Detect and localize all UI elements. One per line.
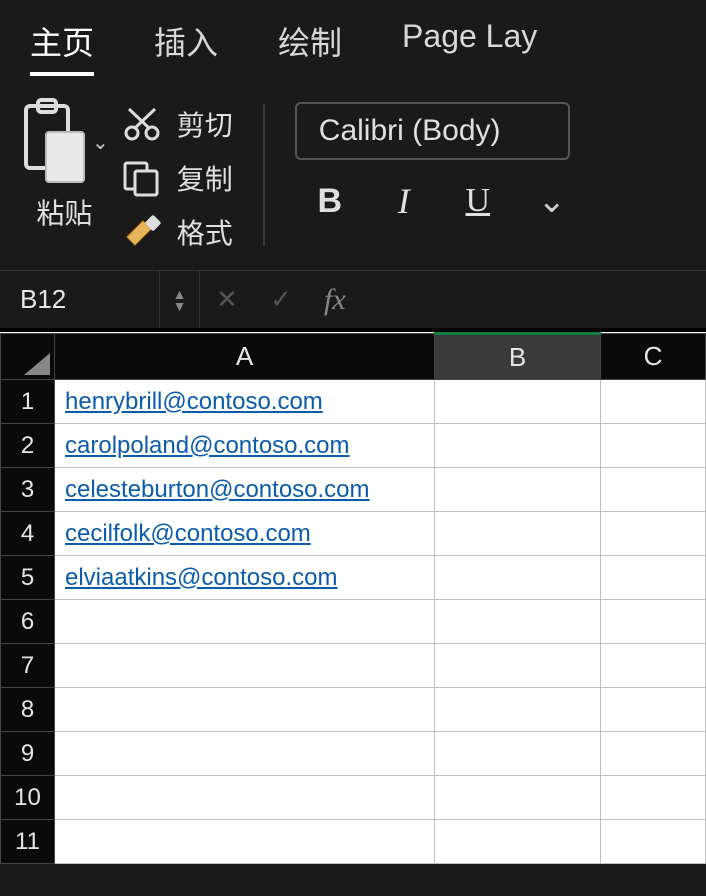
ribbon-separator bbox=[263, 104, 265, 246]
row-header[interactable]: 3 bbox=[1, 468, 55, 512]
row-header[interactable]: 9 bbox=[1, 732, 55, 776]
check-icon: ✓ bbox=[270, 284, 292, 314]
row-header[interactable]: 11 bbox=[1, 820, 55, 864]
triangle-up-icon: ▲ bbox=[173, 289, 187, 299]
format-painter-button[interactable]: 格式 bbox=[121, 212, 233, 252]
paste-group: ⌄ 粘贴 bbox=[20, 98, 109, 232]
cell[interactable] bbox=[601, 820, 706, 864]
ribbon-tabs: 主页 插入 绘制 Page Lay bbox=[0, 0, 706, 86]
bold-button[interactable]: B bbox=[313, 182, 347, 221]
cell[interactable] bbox=[55, 688, 435, 732]
ribbon: ⌄ 粘贴 剪切 复制 bbox=[0, 86, 706, 270]
fx-label[interactable]: fx bbox=[308, 283, 362, 317]
cell[interactable] bbox=[435, 424, 601, 468]
cell[interactable] bbox=[55, 644, 435, 688]
cell[interactable] bbox=[435, 688, 601, 732]
cell[interactable] bbox=[601, 732, 706, 776]
cell[interactable] bbox=[55, 732, 435, 776]
triangle-down-icon: ▼ bbox=[173, 301, 187, 311]
cell[interactable] bbox=[601, 424, 706, 468]
italic-button[interactable]: I bbox=[387, 180, 421, 222]
tab-draw[interactable]: 绘制 bbox=[278, 18, 342, 76]
row-header[interactable]: 7 bbox=[1, 644, 55, 688]
font-name-select[interactable]: Calibri (Body) bbox=[295, 102, 570, 160]
email-hyperlink[interactable]: henrybrill@contoso.com bbox=[65, 388, 323, 415]
cell[interactable] bbox=[601, 776, 706, 820]
chevron-down-icon: ⌄ bbox=[92, 130, 109, 155]
cell[interactable] bbox=[435, 644, 601, 688]
cell[interactable] bbox=[601, 468, 706, 512]
cut-button[interactable]: 剪切 bbox=[121, 104, 233, 144]
cell[interactable] bbox=[435, 556, 601, 600]
cell[interactable] bbox=[435, 600, 601, 644]
row-header[interactable]: 8 bbox=[1, 688, 55, 732]
clipboard-icon bbox=[20, 98, 88, 186]
cell[interactable] bbox=[435, 512, 601, 556]
cancel-formula-button[interactable]: ✕ bbox=[200, 284, 254, 315]
cell[interactable]: elviaatkins@contoso.com bbox=[55, 556, 435, 600]
chevron-down-icon[interactable]: ⌄ bbox=[535, 181, 569, 221]
sheet-table: A B C 1 henrybrill@contoso.com 2 carolpolan… bbox=[0, 332, 706, 864]
cell[interactable] bbox=[55, 776, 435, 820]
cell[interactable]: cecilfolk@contoso.com bbox=[55, 512, 435, 556]
tab-home[interactable]: 主页 bbox=[30, 18, 94, 76]
spreadsheet-grid: A B C 1 henrybrill@contoso.com 2 carolpolan… bbox=[0, 328, 706, 864]
cell[interactable] bbox=[601, 512, 706, 556]
cell[interactable] bbox=[435, 776, 601, 820]
underline-button[interactable]: U bbox=[461, 182, 495, 220]
copy-label: 复制 bbox=[177, 158, 233, 198]
cell[interactable] bbox=[435, 380, 601, 424]
name-box[interactable]: B12 bbox=[0, 271, 160, 328]
email-hyperlink[interactable]: cecilfolk@contoso.com bbox=[65, 520, 311, 547]
cell[interactable] bbox=[601, 556, 706, 600]
cell[interactable]: celesteburton@contoso.com bbox=[55, 468, 435, 512]
row-header[interactable]: 10 bbox=[1, 776, 55, 820]
tab-insert[interactable]: 插入 bbox=[154, 18, 218, 76]
row-header[interactable]: 4 bbox=[1, 512, 55, 556]
copy-icon bbox=[121, 159, 163, 197]
format-painter-icon bbox=[121, 213, 163, 251]
font-style-row: B I U ⌄ bbox=[295, 180, 686, 222]
cell[interactable] bbox=[601, 688, 706, 732]
cell[interactable] bbox=[55, 820, 435, 864]
cell[interactable]: carolpoland@contoso.com bbox=[55, 424, 435, 468]
cell[interactable] bbox=[601, 600, 706, 644]
email-hyperlink[interactable]: elviaatkins@contoso.com bbox=[65, 564, 337, 591]
column-header-c[interactable]: C bbox=[601, 334, 706, 380]
cell[interactable] bbox=[601, 380, 706, 424]
font-group: Calibri (Body) B I U ⌄ bbox=[295, 98, 686, 222]
paste-label: 粘贴 bbox=[36, 192, 92, 232]
email-hyperlink[interactable]: celesteburton@contoso.com bbox=[65, 476, 370, 503]
cell[interactable] bbox=[435, 468, 601, 512]
cut-label: 剪切 bbox=[177, 104, 233, 144]
scissors-icon bbox=[121, 105, 163, 143]
column-header-a[interactable]: A bbox=[55, 334, 435, 380]
cell[interactable] bbox=[55, 600, 435, 644]
row-header[interactable]: 6 bbox=[1, 600, 55, 644]
formula-bar: B12 ▲ ▼ ✕ ✓ fx bbox=[0, 270, 706, 328]
row-header[interactable]: 5 bbox=[1, 556, 55, 600]
column-header-b[interactable]: B bbox=[435, 334, 601, 380]
email-hyperlink[interactable]: carolpoland@contoso.com bbox=[65, 432, 350, 459]
close-icon: ✕ bbox=[216, 284, 238, 314]
cell[interactable] bbox=[435, 732, 601, 776]
clipboard-actions: 剪切 复制 格式 bbox=[121, 98, 233, 252]
paste-button[interactable]: ⌄ bbox=[20, 98, 109, 186]
accept-formula-button[interactable]: ✓ bbox=[254, 284, 308, 315]
cell[interactable]: henrybrill@contoso.com bbox=[55, 380, 435, 424]
copy-button[interactable]: 复制 bbox=[121, 158, 233, 198]
name-box-stepper[interactable]: ▲ ▼ bbox=[160, 271, 200, 328]
formula-input[interactable] bbox=[362, 271, 706, 328]
select-all-corner[interactable] bbox=[1, 334, 55, 380]
format-painter-label: 格式 bbox=[177, 212, 233, 252]
row-header[interactable]: 1 bbox=[1, 380, 55, 424]
cell[interactable] bbox=[601, 644, 706, 688]
tab-page-layout[interactable]: Page Lay bbox=[402, 18, 537, 76]
cell[interactable] bbox=[435, 820, 601, 864]
row-header[interactable]: 2 bbox=[1, 424, 55, 468]
